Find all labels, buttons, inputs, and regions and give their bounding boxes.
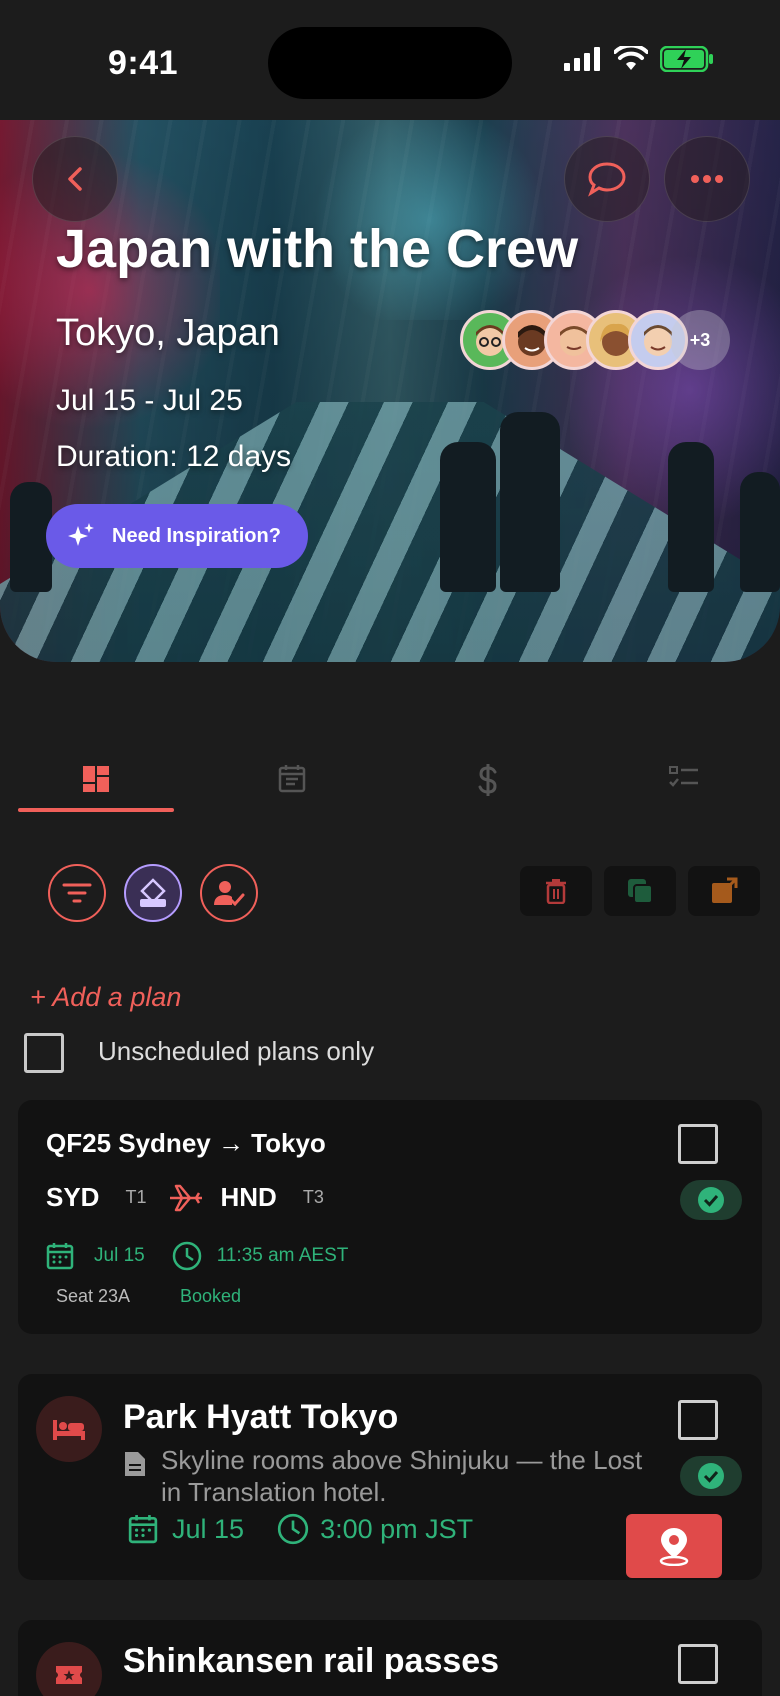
calendar-icon: [46, 1243, 74, 1270]
dollar-icon: [478, 764, 497, 796]
document-icon: [125, 1452, 145, 1476]
flight-title: QF25 Sydney → Tokyo: [46, 1128, 326, 1158]
hotel-date: Jul 15: [172, 1513, 245, 1544]
signal-icon: [564, 47, 600, 71]
back-button[interactable]: [32, 136, 118, 222]
calendar-icon: [128, 1515, 158, 1544]
departure-terminal: T1: [125, 1187, 147, 1207]
trip-hero: Japan with the Crew Tokyo, Japan Jul 15 …: [0, 120, 780, 662]
airplane-icon: [170, 1184, 203, 1211]
tab-checklist[interactable]: [606, 740, 762, 812]
duplicate-button[interactable]: [604, 866, 676, 916]
ticket-icon: [56, 1666, 82, 1684]
filter-icon: [62, 883, 92, 903]
chat-bubble-icon: [588, 162, 626, 197]
assigned-to-me-button[interactable]: [200, 864, 258, 922]
sparkles-icon: [68, 523, 94, 546]
flight-schedule: Jul 15 11:35 am AEST: [46, 1240, 348, 1272]
tab-overview[interactable]: [18, 740, 174, 812]
show-on-map-button[interactable]: [626, 1514, 722, 1578]
map-pin-icon: [659, 1528, 689, 1566]
check-circle-icon: [698, 1187, 724, 1213]
hotel-confirmed-badge: [680, 1456, 742, 1496]
hotel-title: Park Hyatt Tokyo: [123, 1398, 399, 1436]
more-options-button[interactable]: [664, 136, 750, 222]
arrival-terminal: T3: [302, 1187, 324, 1207]
trip-location: Tokyo, Japan: [56, 312, 280, 354]
stack-icon: [140, 878, 166, 907]
external-link-icon: [712, 877, 738, 903]
share-button[interactable]: [688, 866, 760, 916]
trip-tabs: [18, 740, 762, 812]
trip-duration: Duration: 12 days: [56, 440, 292, 473]
checklist-icon: [669, 766, 698, 787]
arrival-code: HND: [220, 1182, 277, 1212]
need-inspiration-label: Need Inspiration?: [112, 524, 281, 547]
status-icons: [564, 46, 714, 72]
flight-confirmed-badge: [680, 1180, 742, 1220]
flight-seat: Seat 23A: [56, 1286, 131, 1306]
delete-button[interactable]: [520, 866, 592, 916]
wifi-icon: [614, 46, 648, 70]
more-members-badge[interactable]: +3: [670, 310, 730, 370]
unscheduled-only-checkbox[interactable]: [24, 1033, 64, 1073]
chat-button[interactable]: [564, 136, 650, 222]
hotel-schedule: Jul 15 3:00 pm JST: [128, 1512, 473, 1546]
trip-dates: Jul 15 - Jul 25: [56, 384, 243, 417]
rail-select-checkbox[interactable]: [678, 1644, 718, 1684]
plan-card-rail[interactable]: Shinkansen rail passes: [18, 1620, 762, 1696]
check-circle-icon: [698, 1463, 724, 1489]
trash-icon: [546, 879, 566, 904]
flight-select-checkbox[interactable]: [678, 1124, 718, 1164]
unscheduled-only-label: Unscheduled plans only: [98, 1036, 375, 1066]
copy-icon: [628, 879, 653, 904]
hotel-type-badge: [36, 1396, 102, 1462]
calendar-note-icon: [278, 765, 306, 793]
departure-code: SYD: [46, 1182, 100, 1212]
rail-title: Shinkansen rail passes: [123, 1642, 500, 1680]
chevron-left-icon: [68, 167, 82, 191]
bed-icon: [53, 1420, 85, 1440]
trip-title: Japan with the Crew: [56, 219, 579, 279]
hotel-time: 3:00 pm JST: [320, 1513, 474, 1544]
clock-icon: [172, 1241, 201, 1271]
clock-icon: [277, 1513, 309, 1545]
person-check-icon: [214, 881, 245, 907]
dashboard-icon: [83, 766, 109, 792]
status-time: 9:41: [108, 44, 179, 82]
rail-type-badge: [36, 1642, 102, 1696]
dynamic-island: [268, 27, 512, 99]
tab-itinerary[interactable]: [214, 740, 370, 812]
flight-date: Jul 15: [94, 1245, 145, 1266]
active-tab-indicator: [18, 808, 174, 812]
tab-budget[interactable]: [410, 740, 566, 812]
ellipsis-icon: [691, 175, 723, 183]
status-bar: 9:41: [0, 0, 780, 120]
battery-charging-icon: [660, 46, 713, 72]
filter-button[interactable]: [48, 864, 106, 922]
need-inspiration-button[interactable]: Need Inspiration?: [46, 504, 308, 568]
group-by-button[interactable]: [124, 864, 182, 922]
hotel-description-row: Skyline rooms above Shinjuku — the Lost …: [123, 1444, 643, 1508]
flight-time: 11:35 am AEST: [216, 1245, 349, 1266]
flight-route: SYD T1 HND T3: [46, 1182, 324, 1213]
hotel-description: Skyline rooms above Shinjuku — the Lost …: [161, 1445, 643, 1507]
hotel-select-checkbox[interactable]: [678, 1400, 718, 1440]
add-plan-link[interactable]: + Add a plan: [30, 982, 181, 1013]
plan-card-flight[interactable]: QF25 Sydney → Tokyo SYD T1 HND T3 Jul 15…: [18, 1100, 762, 1334]
flight-status: Booked: [180, 1286, 242, 1306]
